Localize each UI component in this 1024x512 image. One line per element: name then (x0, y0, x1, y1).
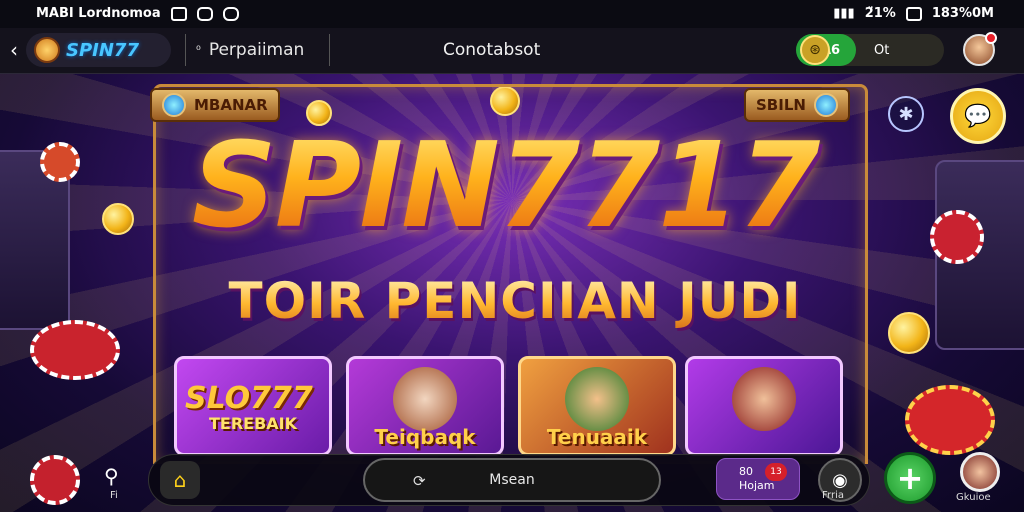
character-art (565, 367, 629, 431)
game-button-line2: Hojam (739, 479, 775, 492)
battery-percent: 2̈1% (864, 6, 896, 21)
game-button[interactable]: 13 80 Hojam (716, 458, 800, 500)
balance-widget[interactable]: 8A6 ⊛ Ot (796, 34, 944, 66)
profile-label: Gkuioe (956, 492, 991, 503)
message-placeholder: Msean (489, 472, 535, 488)
notification-badge: 13 (765, 463, 787, 481)
character-art (732, 367, 796, 431)
back-arrow-icon[interactable]: ‹ (10, 38, 18, 62)
add-button[interactable]: + (884, 452, 936, 504)
message-input[interactable]: ⟳ Msean (363, 458, 661, 502)
chat-bubble-icon: 💬 (964, 103, 992, 129)
game-card[interactable] (685, 356, 843, 456)
plus-icon: + (896, 459, 924, 497)
refresh-icon: ⟳ (413, 472, 426, 490)
search-label: Fi (110, 490, 118, 501)
signal-icon: ▮▮▮ (833, 6, 855, 21)
main-logo: SPIN7717 (180, 110, 830, 260)
notification-dot (985, 32, 997, 44)
poker-chip-icon (30, 320, 120, 380)
notification-icon (170, 6, 187, 21)
gold-coin-icon (888, 312, 930, 354)
game-card[interactable]: Tenuaaik (518, 356, 676, 456)
bluetooth-icon[interactable]: ✱ (888, 96, 924, 132)
character-art (393, 367, 457, 431)
game-card[interactable]: SLO777 TEREBAIK (174, 356, 332, 456)
home-icon: ⌂ (173, 468, 187, 492)
camera-label: Frria (822, 490, 844, 501)
status-bar: MABI Lordnomoa ▮▮▮ 2̈1% 183%0M (0, 0, 1024, 28)
camera-icon: ◉ (832, 469, 848, 491)
top-nav: ‹ SPIN77 ⁰ Perpaiiman Conotabsot 8A6 ⊛ O… (0, 28, 1024, 74)
poker-chip-icon (40, 142, 80, 182)
poker-chip-icon (30, 455, 80, 505)
message-icon (222, 6, 239, 21)
game-card-title: SLO777 (185, 381, 313, 416)
coin-icon: ⊛ (800, 35, 830, 65)
url-text: Perpaiiman (208, 40, 305, 60)
game-card-caption: TEREBAIK (208, 414, 298, 433)
poker-chip-icon (930, 210, 984, 264)
page-title: Conotabsot (443, 40, 541, 60)
brand-logo[interactable]: SPIN77 (26, 33, 171, 67)
poker-chip-icon (905, 385, 995, 455)
game-card-caption: Teiqbaqk (374, 425, 476, 449)
clock: 183%0M (931, 6, 994, 21)
balance-currency: Ot (874, 42, 890, 58)
profile-avatar[interactable] (960, 452, 1000, 492)
brand-text: SPIN77 (66, 39, 139, 61)
url-bar[interactable]: ⁰ Perpaiiman (185, 34, 330, 66)
link-icon: ⁰ (196, 43, 201, 57)
chat-button[interactable]: 💬 (950, 88, 1006, 144)
gold-coin-icon (102, 203, 134, 235)
battery-icon (905, 6, 922, 21)
game-lobby-screen: MABI Lordnomoa ▮▮▮ 2̈1% 183%0M ‹ SPIN77 … (0, 0, 1024, 512)
instagram-icon (196, 6, 213, 21)
home-button[interactable]: ⌂ (160, 461, 200, 499)
mascot-icon (34, 37, 60, 63)
user-avatar[interactable] (963, 32, 997, 66)
game-card-caption: Tenuaaik (546, 425, 648, 449)
status-left-text: MABI Lordnomoa (36, 6, 161, 21)
banner-subheadline: TOIR PENCIIAN JUDI (200, 272, 830, 330)
search-icon[interactable]: ⚲ (104, 464, 119, 488)
game-card[interactable]: Teiqbaqk (346, 356, 504, 456)
